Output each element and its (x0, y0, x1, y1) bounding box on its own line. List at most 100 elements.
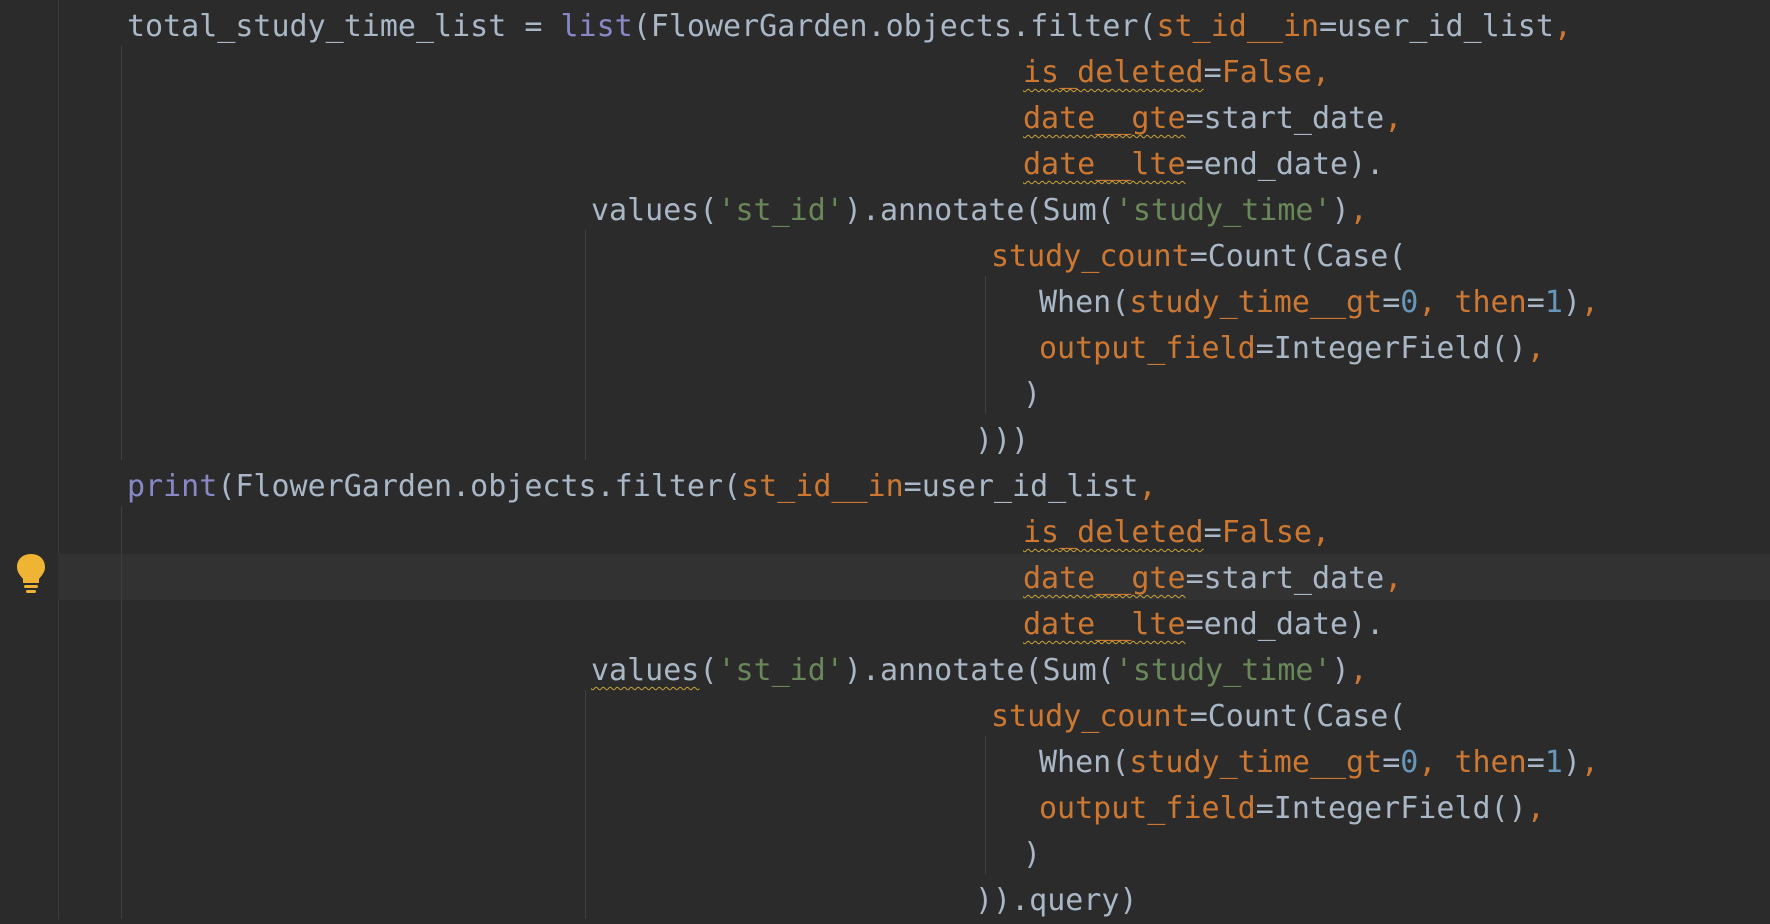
indent-guide (985, 736, 986, 874)
code-token: , (1526, 791, 1545, 826)
code-token: st_id__in (741, 469, 904, 504)
code-token: , (1418, 745, 1455, 780)
code-token: study_time__gt (1129, 745, 1383, 780)
editor-gutter[interactable] (0, 0, 59, 919)
code-token: , (1138, 469, 1157, 504)
code-line[interactable]: output_field=IntegerField(), (1039, 326, 1545, 372)
code-token: (FlowerGarden.objects.filter( (632, 9, 1157, 44)
code-token: , (1580, 285, 1599, 320)
code-token: 'st_id' (717, 193, 844, 228)
code-token: 0 (1400, 285, 1419, 320)
indent-guide (585, 690, 586, 919)
code-token: =user_id_list (1319, 9, 1554, 44)
code-token: = (1382, 745, 1401, 780)
indent-guide (121, 46, 122, 460)
code-token: =start_date (1185, 101, 1385, 136)
code-token: , (1312, 55, 1331, 90)
code-token: ) (1331, 653, 1350, 688)
code-token: ) (1562, 745, 1581, 780)
code-line[interactable]: total_study_time_list = list(FlowerGarde… (127, 4, 1572, 50)
code-line[interactable]: is_deleted=False, (1023, 510, 1330, 556)
code-token: then (1454, 745, 1527, 780)
code-line[interactable]: is_deleted=False, (1023, 50, 1330, 96)
code-token: date__gte (1023, 101, 1186, 136)
code-token: = (1526, 285, 1545, 320)
code-token: , (1526, 331, 1545, 366)
code-editor[interactable]: total_study_time_list = list(FlowerGarde… (0, 0, 1770, 919)
code-token: ) (1023, 837, 1042, 872)
code-token: total_study_time_list = (127, 9, 561, 44)
code-line[interactable]: ) (1023, 832, 1041, 878)
indent-guide (985, 276, 986, 414)
code-token: When( (1039, 285, 1130, 320)
code-line[interactable]: date__lte=end_date). (1023, 142, 1384, 188)
code-token: ) (1562, 285, 1581, 320)
code-token: print (127, 469, 218, 504)
code-token: date__lte (1023, 607, 1186, 642)
code-token: is_deleted (1023, 515, 1204, 550)
current-line-highlight (58, 554, 1770, 600)
code-token: st_id__in (1156, 9, 1320, 44)
code-token: 1 (1544, 285, 1563, 320)
code-line[interactable]: date__lte=end_date). (1023, 602, 1384, 648)
code-token: =user_id_list (903, 469, 1139, 504)
code-token: , (1312, 515, 1331, 550)
code-line[interactable]: ))) (975, 418, 1029, 464)
code-token: ( (699, 653, 718, 688)
code-token: 'study_time' (1114, 653, 1332, 688)
code-token: study_time__gt (1129, 285, 1383, 320)
code-token: , (1384, 561, 1403, 596)
code-token: = (1382, 285, 1401, 320)
code-line[interactable]: ) (1023, 372, 1041, 418)
code-token: 1 (1544, 745, 1563, 780)
code-token: ).annotate(Sum( (843, 193, 1115, 228)
code-token: , (1349, 193, 1368, 228)
code-token: (FlowerGarden.objects.filter( (217, 469, 742, 504)
code-token: =Count(Case( (1189, 699, 1407, 734)
code-line[interactable]: values('st_id').annotate(Sum('study_time… (591, 648, 1368, 694)
code-token: ))) (975, 423, 1030, 458)
code-token: =end_date). (1185, 607, 1385, 642)
code-line[interactable]: output_field=IntegerField(), (1039, 786, 1545, 832)
code-line[interactable]: print(FlowerGarden.objects.filter(st_id_… (127, 464, 1157, 510)
code-token: output_field (1039, 791, 1256, 826)
code-token: list (560, 9, 633, 44)
code-token: , (1384, 101, 1403, 136)
code-token: =start_date (1185, 561, 1385, 596)
code-token: ) (1331, 193, 1350, 228)
code-token: False (1221, 515, 1312, 550)
code-token: =IntegerField() (1255, 331, 1527, 366)
code-token: , (1553, 9, 1572, 44)
code-line[interactable]: study_count=Count(Case( (991, 694, 1406, 740)
code-token: False (1221, 55, 1312, 90)
code-line[interactable]: study_count=Count(Case( (991, 234, 1406, 280)
code-token: study_count (991, 699, 1190, 734)
indent-guide (121, 506, 122, 919)
code-token: =end_date). (1185, 147, 1385, 182)
code-token: , (1349, 653, 1368, 688)
code-token: output_field (1039, 331, 1256, 366)
lightbulb-icon[interactable] (14, 552, 48, 594)
code-token: =Count(Case( (1189, 239, 1407, 274)
code-token: 'study_time' (1114, 193, 1332, 228)
code-token: date__gte (1023, 561, 1186, 596)
code-token: ).annotate(Sum( (843, 653, 1115, 688)
code-line[interactable]: When(study_time__gt=0, then=1), (1039, 280, 1599, 326)
code-line[interactable]: When(study_time__gt=0, then=1), (1039, 740, 1599, 786)
code-token: When( (1039, 745, 1130, 780)
code-line[interactable]: )).query) (975, 878, 1138, 924)
code-line[interactable]: date__gte=start_date, (1023, 96, 1402, 142)
code-token: , (1580, 745, 1599, 780)
code-token: = (1203, 55, 1222, 90)
code-token: is_deleted (1023, 55, 1204, 90)
code-line[interactable]: values('st_id').annotate(Sum('study_time… (591, 188, 1368, 234)
code-token: =IntegerField() (1255, 791, 1527, 826)
code-line[interactable]: date__gte=start_date, (1023, 556, 1402, 602)
code-token: = (1203, 515, 1222, 550)
code-token: values( (591, 193, 718, 228)
code-token: = (1526, 745, 1545, 780)
code-token: , (1418, 285, 1455, 320)
code-token: values (591, 653, 700, 688)
code-token: 'st_id' (717, 653, 844, 688)
code-token: study_count (991, 239, 1190, 274)
